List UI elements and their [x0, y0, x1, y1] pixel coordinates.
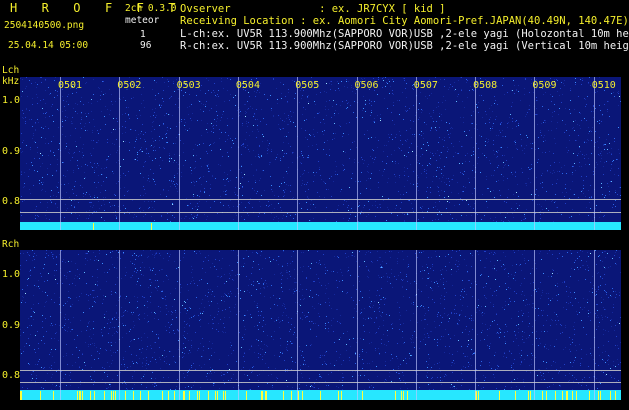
lch-label: Lch [2, 65, 20, 76]
lch-meteor-count: 1 [140, 29, 146, 40]
rch-spectrogram-minute-grid-0501 [60, 250, 61, 400]
minute-label-0503: 0503 [176, 80, 201, 91]
rch-spectrogram-minute-grid-0510 [593, 250, 595, 400]
lch-info-line: L-ch:ex. UV5R 113.900Mhz(SAPPORO VOR)USB… [180, 28, 629, 40]
minute-label-0507: 0507 [413, 80, 438, 91]
lch-ref-line-2 [20, 212, 621, 213]
minute-label-0505: 0505 [295, 80, 320, 91]
lch-spectrogram-minute-grid-0508 [475, 77, 477, 230]
rch-spectrogram-minute-grid-0508 [475, 250, 477, 400]
rch-tick-1-0: 1.0 [2, 269, 21, 280]
lch-spectrogram-minute-grid-0501 [60, 77, 61, 230]
minute-label-0509: 0509 [532, 80, 557, 91]
lch-spectrogram-minute-grid-0504 [237, 77, 239, 230]
lch-spectrogram-minute-grid-0507 [415, 77, 417, 230]
lch-tick-0-8: 0.8 [2, 196, 21, 207]
lch-noise-field [20, 77, 621, 230]
mode-label: 2ch 0.3.0 [125, 3, 177, 14]
rch-spectrogram-minute-grid-0507 [415, 250, 417, 400]
observer-line: Ovserver : ex. JR7CYX [ kid ] [180, 3, 446, 15]
minute-label-0510: 0510 [591, 80, 616, 91]
rch-spectrogram-minute-grid-0503 [178, 250, 180, 400]
minute-label-0501: 0501 [58, 80, 83, 91]
minute-label-0506: 0506 [354, 80, 379, 91]
lch-spectrogram-minute-grid-0505 [297, 77, 299, 230]
lch-spectrogram [20, 77, 621, 230]
rch-noise-field [20, 250, 621, 400]
rch-info-line: R-ch:ex. UV5R 113.900Mhz(SAPPORO VOR)USB… [180, 40, 629, 52]
lch-spectrogram-minute-grid-0503 [178, 77, 180, 230]
rch-ref-line-1 [20, 370, 621, 371]
meteor-label: meteor [125, 15, 160, 26]
rch-spectrogram-minute-grid-0504 [237, 250, 239, 400]
rch-spectrogram [20, 250, 621, 400]
date-time: 25.04.14 05:00 [8, 40, 89, 51]
rch-tick-0-9: 0.9 [2, 320, 21, 331]
rch-spectrogram-minute-grid-0502 [119, 250, 121, 400]
rch-spectrogram-minute-grid-0509 [534, 250, 536, 400]
minute-label-0504: 0504 [235, 80, 260, 91]
lch-ref-line-1 [20, 199, 621, 200]
rch-meteor-count: 96 [140, 40, 152, 51]
lch-unit: kHz [2, 76, 20, 87]
rch-tick-0-8: 0.8 [2, 370, 21, 381]
lch-spectrogram-minute-grid-0506 [356, 77, 358, 230]
lch-tick-0-9: 0.9 [2, 146, 21, 157]
rch-label: Rch [2, 239, 20, 250]
lch-spectrogram-minute-grid-0502 [119, 77, 121, 230]
rch-spectrogram-minute-grid-0506 [356, 250, 358, 400]
lch-spectrogram-minute-grid-0509 [534, 77, 536, 230]
lch-tick-1-0: 1.0 [2, 95, 21, 106]
rch-ref-line-2 [20, 382, 621, 383]
minute-label-0502: 0502 [117, 80, 142, 91]
location-line: Receiving Location : ex. Aomori City Aom… [180, 15, 629, 27]
lch-spectrogram-minute-grid-0510 [593, 77, 595, 230]
rch-spectrogram-minute-grid-0505 [297, 250, 299, 400]
file-name: 2504140500.png [4, 20, 85, 31]
minute-label-0508: 0508 [473, 80, 498, 91]
